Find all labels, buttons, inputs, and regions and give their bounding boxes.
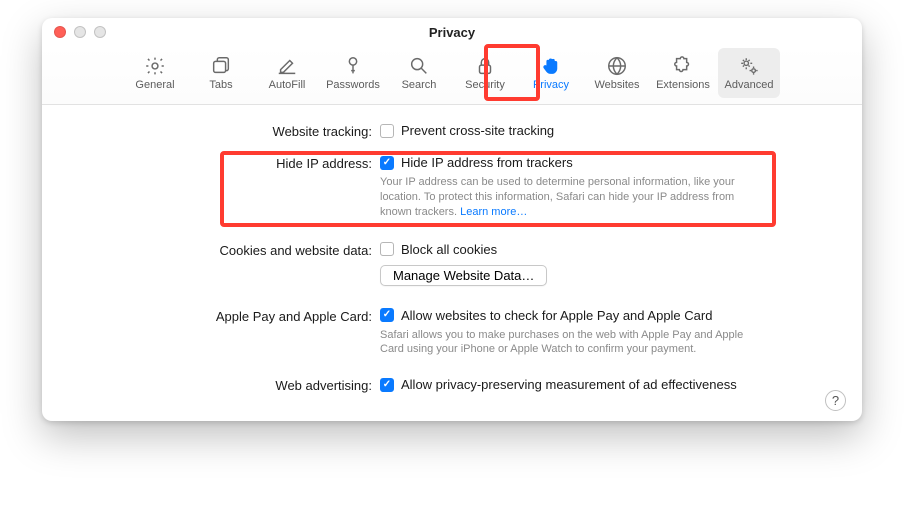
titlebar: Privacy (42, 18, 862, 46)
tabs-icon (210, 55, 232, 77)
lock-icon (474, 55, 496, 77)
checkbox-block-all-cookies[interactable]: Block all cookies (380, 242, 828, 257)
hand-icon (540, 55, 562, 77)
tab-label: Passwords (326, 79, 380, 91)
pencil-icon (276, 55, 298, 77)
checkbox-allow-ad-measurement[interactable]: Allow privacy-preserving measurement of … (380, 377, 828, 392)
tab-label: Extensions (656, 79, 710, 91)
checkbox-allow-apple-pay-check[interactable]: Allow websites to check for Apple Pay an… (380, 308, 828, 323)
tab-advanced[interactable]: Advanced (718, 48, 780, 98)
privacy-pane: Website tracking: Prevent cross-site tra… (42, 105, 862, 409)
label-web-advertising: Web advertising: (72, 377, 380, 393)
tab-label: Security (465, 79, 505, 91)
label-hide-ip: Hide IP address: (72, 155, 380, 171)
checkbox-label: Hide IP address from trackers (401, 155, 573, 170)
tab-label: Search (402, 79, 437, 91)
row-hide-ip: Hide IP address: Hide IP address from tr… (72, 155, 828, 220)
search-icon (408, 55, 430, 77)
tab-label: Advanced (725, 79, 774, 91)
learn-more-link[interactable]: Learn more… (460, 206, 527, 218)
preferences-window: Privacy General Tabs AutoFill Passwords (42, 18, 862, 421)
checkbox-label: Allow privacy-preserving measurement of … (401, 377, 737, 392)
checkbox-label: Block all cookies (401, 242, 497, 257)
tab-privacy[interactable]: Privacy (520, 48, 582, 98)
tab-label: Tabs (209, 79, 232, 91)
tab-label: Privacy (533, 79, 569, 91)
checkbox-label: Prevent cross-site tracking (401, 123, 554, 138)
globe-icon (606, 55, 628, 77)
checkbox-prevent-cross-site-tracking[interactable]: Prevent cross-site tracking (380, 123, 828, 138)
checkbox-icon (380, 156, 394, 170)
tab-passwords[interactable]: Passwords (322, 48, 384, 98)
tab-label: Websites (594, 79, 639, 91)
tab-security[interactable]: Security (454, 48, 516, 98)
apple-pay-description: Safari allows you to make purchases on t… (380, 328, 750, 358)
prefs-toolbar: General Tabs AutoFill Passwords Search (42, 46, 862, 105)
tab-websites[interactable]: Websites (586, 48, 648, 98)
tab-tabs[interactable]: Tabs (190, 48, 252, 98)
puzzle-icon (672, 55, 694, 77)
hide-ip-description: Your IP address can be used to determine… (380, 175, 750, 220)
checkbox-hide-ip-from-trackers[interactable]: Hide IP address from trackers (380, 155, 828, 170)
tab-autofill[interactable]: AutoFill (256, 48, 318, 98)
gears-icon (738, 55, 760, 77)
window-title: Privacy (42, 25, 862, 40)
key-icon (342, 55, 364, 77)
row-website-tracking: Website tracking: Prevent cross-site tra… (72, 123, 828, 139)
checkbox-icon (380, 242, 394, 256)
gear-icon (144, 55, 166, 77)
checkbox-icon (380, 124, 394, 138)
tab-general[interactable]: General (124, 48, 186, 98)
label-apple-pay: Apple Pay and Apple Card: (72, 308, 380, 324)
checkbox-icon (380, 308, 394, 322)
tab-label: General (135, 79, 174, 91)
tab-extensions[interactable]: Extensions (652, 48, 714, 98)
row-apple-pay: Apple Pay and Apple Card: Allow websites… (72, 308, 828, 358)
tab-label: AutoFill (269, 79, 306, 91)
checkbox-icon (380, 378, 394, 392)
label-website-tracking: Website tracking: (72, 123, 380, 139)
label-cookies: Cookies and website data: (72, 242, 380, 258)
tab-search[interactable]: Search (388, 48, 450, 98)
row-cookies: Cookies and website data: Block all cook… (72, 242, 828, 286)
checkbox-label: Allow websites to check for Apple Pay an… (401, 308, 712, 323)
manage-website-data-button[interactable]: Manage Website Data… (380, 265, 547, 286)
row-web-advertising: Web advertising: Allow privacy-preservin… (72, 377, 828, 393)
